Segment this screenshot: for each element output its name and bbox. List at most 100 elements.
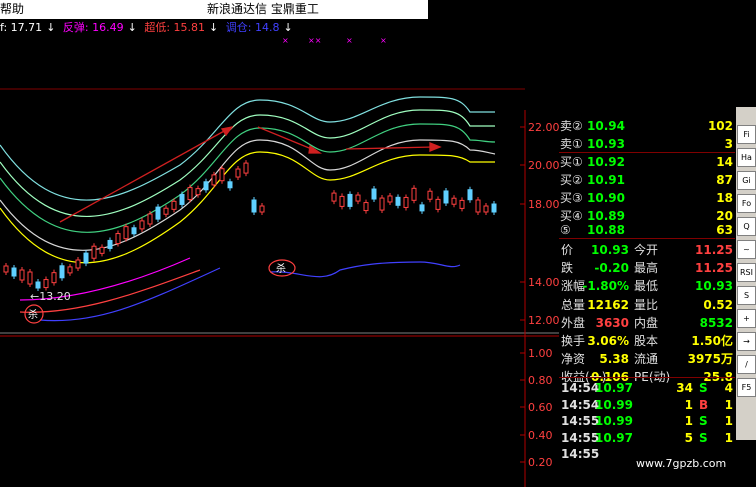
candle-body bbox=[419, 204, 425, 212]
candle-body bbox=[51, 272, 57, 284]
price-axis-label: 14.00 bbox=[528, 276, 560, 289]
price-axis-label: 22.00 bbox=[528, 121, 560, 134]
candle-body bbox=[179, 193, 185, 205]
candle-body bbox=[35, 281, 41, 289]
tick-row: 14:55 10.99 1 S 1 bbox=[559, 413, 735, 429]
stat-row: 总量 12162 量比 0.52 bbox=[559, 295, 735, 315]
candle-body bbox=[443, 190, 449, 204]
bid-label: 买① bbox=[560, 155, 583, 169]
stat-label: 最高 bbox=[634, 261, 659, 276]
candle-body bbox=[483, 205, 489, 213]
candle-body bbox=[155, 206, 161, 220]
stat-value: 10.93 bbox=[591, 243, 629, 257]
bid-price: 10.88 bbox=[587, 223, 625, 237]
toolbar-button-icon[interactable]: RSI bbox=[737, 263, 756, 282]
menu-help[interactable]: 帮助 bbox=[0, 0, 24, 19]
watermark: www.7gpzb.com bbox=[636, 457, 727, 470]
price-axis-label: 0.80 bbox=[528, 374, 553, 387]
candle-body bbox=[19, 269, 25, 281]
stat-label: 总量 bbox=[561, 297, 586, 312]
bid-volume: 87 bbox=[716, 173, 733, 187]
bid-row-3[interactable]: 买③ 10.90 18 bbox=[559, 188, 735, 208]
stat-row: 跌 -0.20 最高 11.25 bbox=[559, 258, 735, 278]
ask-label: 卖① bbox=[560, 137, 583, 151]
indicator-reposition: 调仓: 14.8 bbox=[225, 21, 280, 34]
indicator-f: f: 17.71 bbox=[0, 21, 43, 34]
svg-text:××: ×× bbox=[308, 36, 321, 45]
stat-label: 跌 bbox=[561, 261, 574, 276]
toolbar-button-icon[interactable]: / bbox=[737, 355, 756, 374]
candle-body bbox=[115, 233, 121, 245]
tick-price: 10.97 bbox=[595, 381, 633, 395]
candle-body bbox=[67, 266, 73, 274]
tick-time: 14:54 bbox=[561, 381, 600, 395]
svg-text:×: × bbox=[282, 36, 289, 45]
tick-direction: S bbox=[699, 381, 708, 395]
candle-body bbox=[147, 213, 153, 225]
ask-label: 卖② bbox=[560, 119, 583, 133]
ask-volume: 3 bbox=[724, 137, 733, 151]
ask-row-1[interactable]: 卖① 10.93 3 bbox=[559, 134, 735, 154]
stat-value: -0.20 bbox=[594, 261, 629, 276]
toolbar-button-icon[interactable]: + bbox=[737, 309, 756, 328]
bid-label: 买② bbox=[560, 173, 583, 187]
stat-label: 最低 bbox=[634, 279, 659, 294]
candle-body bbox=[203, 181, 209, 191]
bid-price: 10.91 bbox=[587, 173, 625, 187]
stat-label: 净资 bbox=[561, 352, 586, 367]
price-axis-label: 0.40 bbox=[528, 429, 553, 442]
sell-marker-text-2: 杀 bbox=[276, 262, 286, 275]
tick-row: 14:54 10.97 34 S 4 bbox=[559, 380, 735, 396]
bid-price: 10.90 bbox=[587, 191, 625, 205]
bid-row-5[interactable]: ⑤ 10.88 63 bbox=[559, 220, 735, 240]
window-title: 新浪通达信 宝鼎重工 bbox=[207, 2, 319, 16]
toolbar-button-icon[interactable]: F5 bbox=[737, 378, 756, 397]
candle-body bbox=[259, 205, 265, 213]
price-axis-label: 0.60 bbox=[528, 401, 553, 414]
candle-body bbox=[331, 192, 337, 202]
candle-body bbox=[187, 187, 193, 201]
indicator-ultralow: 超低: 15.81 bbox=[144, 21, 206, 34]
price-axis-label: 18.00 bbox=[528, 198, 560, 211]
svg-text:×: × bbox=[380, 36, 387, 45]
stat-label: 换手 bbox=[561, 334, 586, 348]
stat-value: 5.38 bbox=[599, 352, 629, 367]
stat-row: 换手 3.06% 股本 1.50亿 bbox=[559, 331, 735, 351]
title-bar: 帮助 新浪通达信 宝鼎重工 bbox=[0, 0, 428, 19]
ask-price: 10.94 bbox=[587, 119, 625, 133]
stat-value: 3.06% bbox=[587, 334, 629, 348]
tick-volume: 5 bbox=[684, 430, 693, 445]
tick-count: 1 bbox=[724, 397, 733, 412]
ask-price: 10.93 bbox=[587, 137, 625, 151]
toolbar-button-icon[interactable]: Q bbox=[737, 217, 756, 236]
ask-row-2[interactable]: 卖② 10.94 102 bbox=[559, 116, 735, 136]
stat-value: 10.93 bbox=[695, 279, 733, 294]
indicator-rebound: 反弹: 16.49 bbox=[62, 21, 124, 34]
stat-label: 流通 bbox=[634, 352, 659, 367]
tick-volume: 34 bbox=[676, 381, 693, 395]
stat-label: 外盘 bbox=[561, 315, 586, 330]
toolbar-button-icon[interactable]: Fo bbox=[737, 194, 756, 213]
toolbar-button-icon[interactable]: Ha bbox=[737, 148, 756, 167]
toolbar-button-icon[interactable]: Fi bbox=[737, 125, 756, 144]
bid-row-2[interactable]: 买② 10.91 87 bbox=[559, 170, 735, 190]
toolbar-button-icon[interactable]: S bbox=[737, 286, 756, 305]
candle-body bbox=[251, 199, 257, 213]
tick-time: 14:55 bbox=[561, 414, 600, 428]
toolbar-button-icon[interactable]: ~ bbox=[737, 240, 756, 259]
bid-row-1[interactable]: 买① 10.92 14 bbox=[559, 152, 735, 172]
low-price-label: ←13.20 bbox=[30, 290, 71, 303]
candle-body bbox=[491, 203, 497, 213]
candle-body bbox=[43, 279, 49, 289]
toolbar-button-icon[interactable]: Gi bbox=[737, 171, 756, 190]
candle-body bbox=[355, 194, 361, 202]
stat-value: 12162 bbox=[587, 297, 629, 312]
candle-body bbox=[139, 220, 145, 230]
candle-body bbox=[475, 199, 481, 213]
tick-volume: 1 bbox=[684, 414, 693, 428]
tick-volume: 1 bbox=[684, 397, 693, 412]
stat-row: 外盘 3630 内盘 8532 bbox=[559, 313, 735, 333]
stat-row: 涨幅 -1.80% 最低 10.93 bbox=[559, 276, 735, 296]
candle-body bbox=[395, 196, 401, 206]
toolbar-button-icon[interactable]: → bbox=[737, 332, 756, 351]
